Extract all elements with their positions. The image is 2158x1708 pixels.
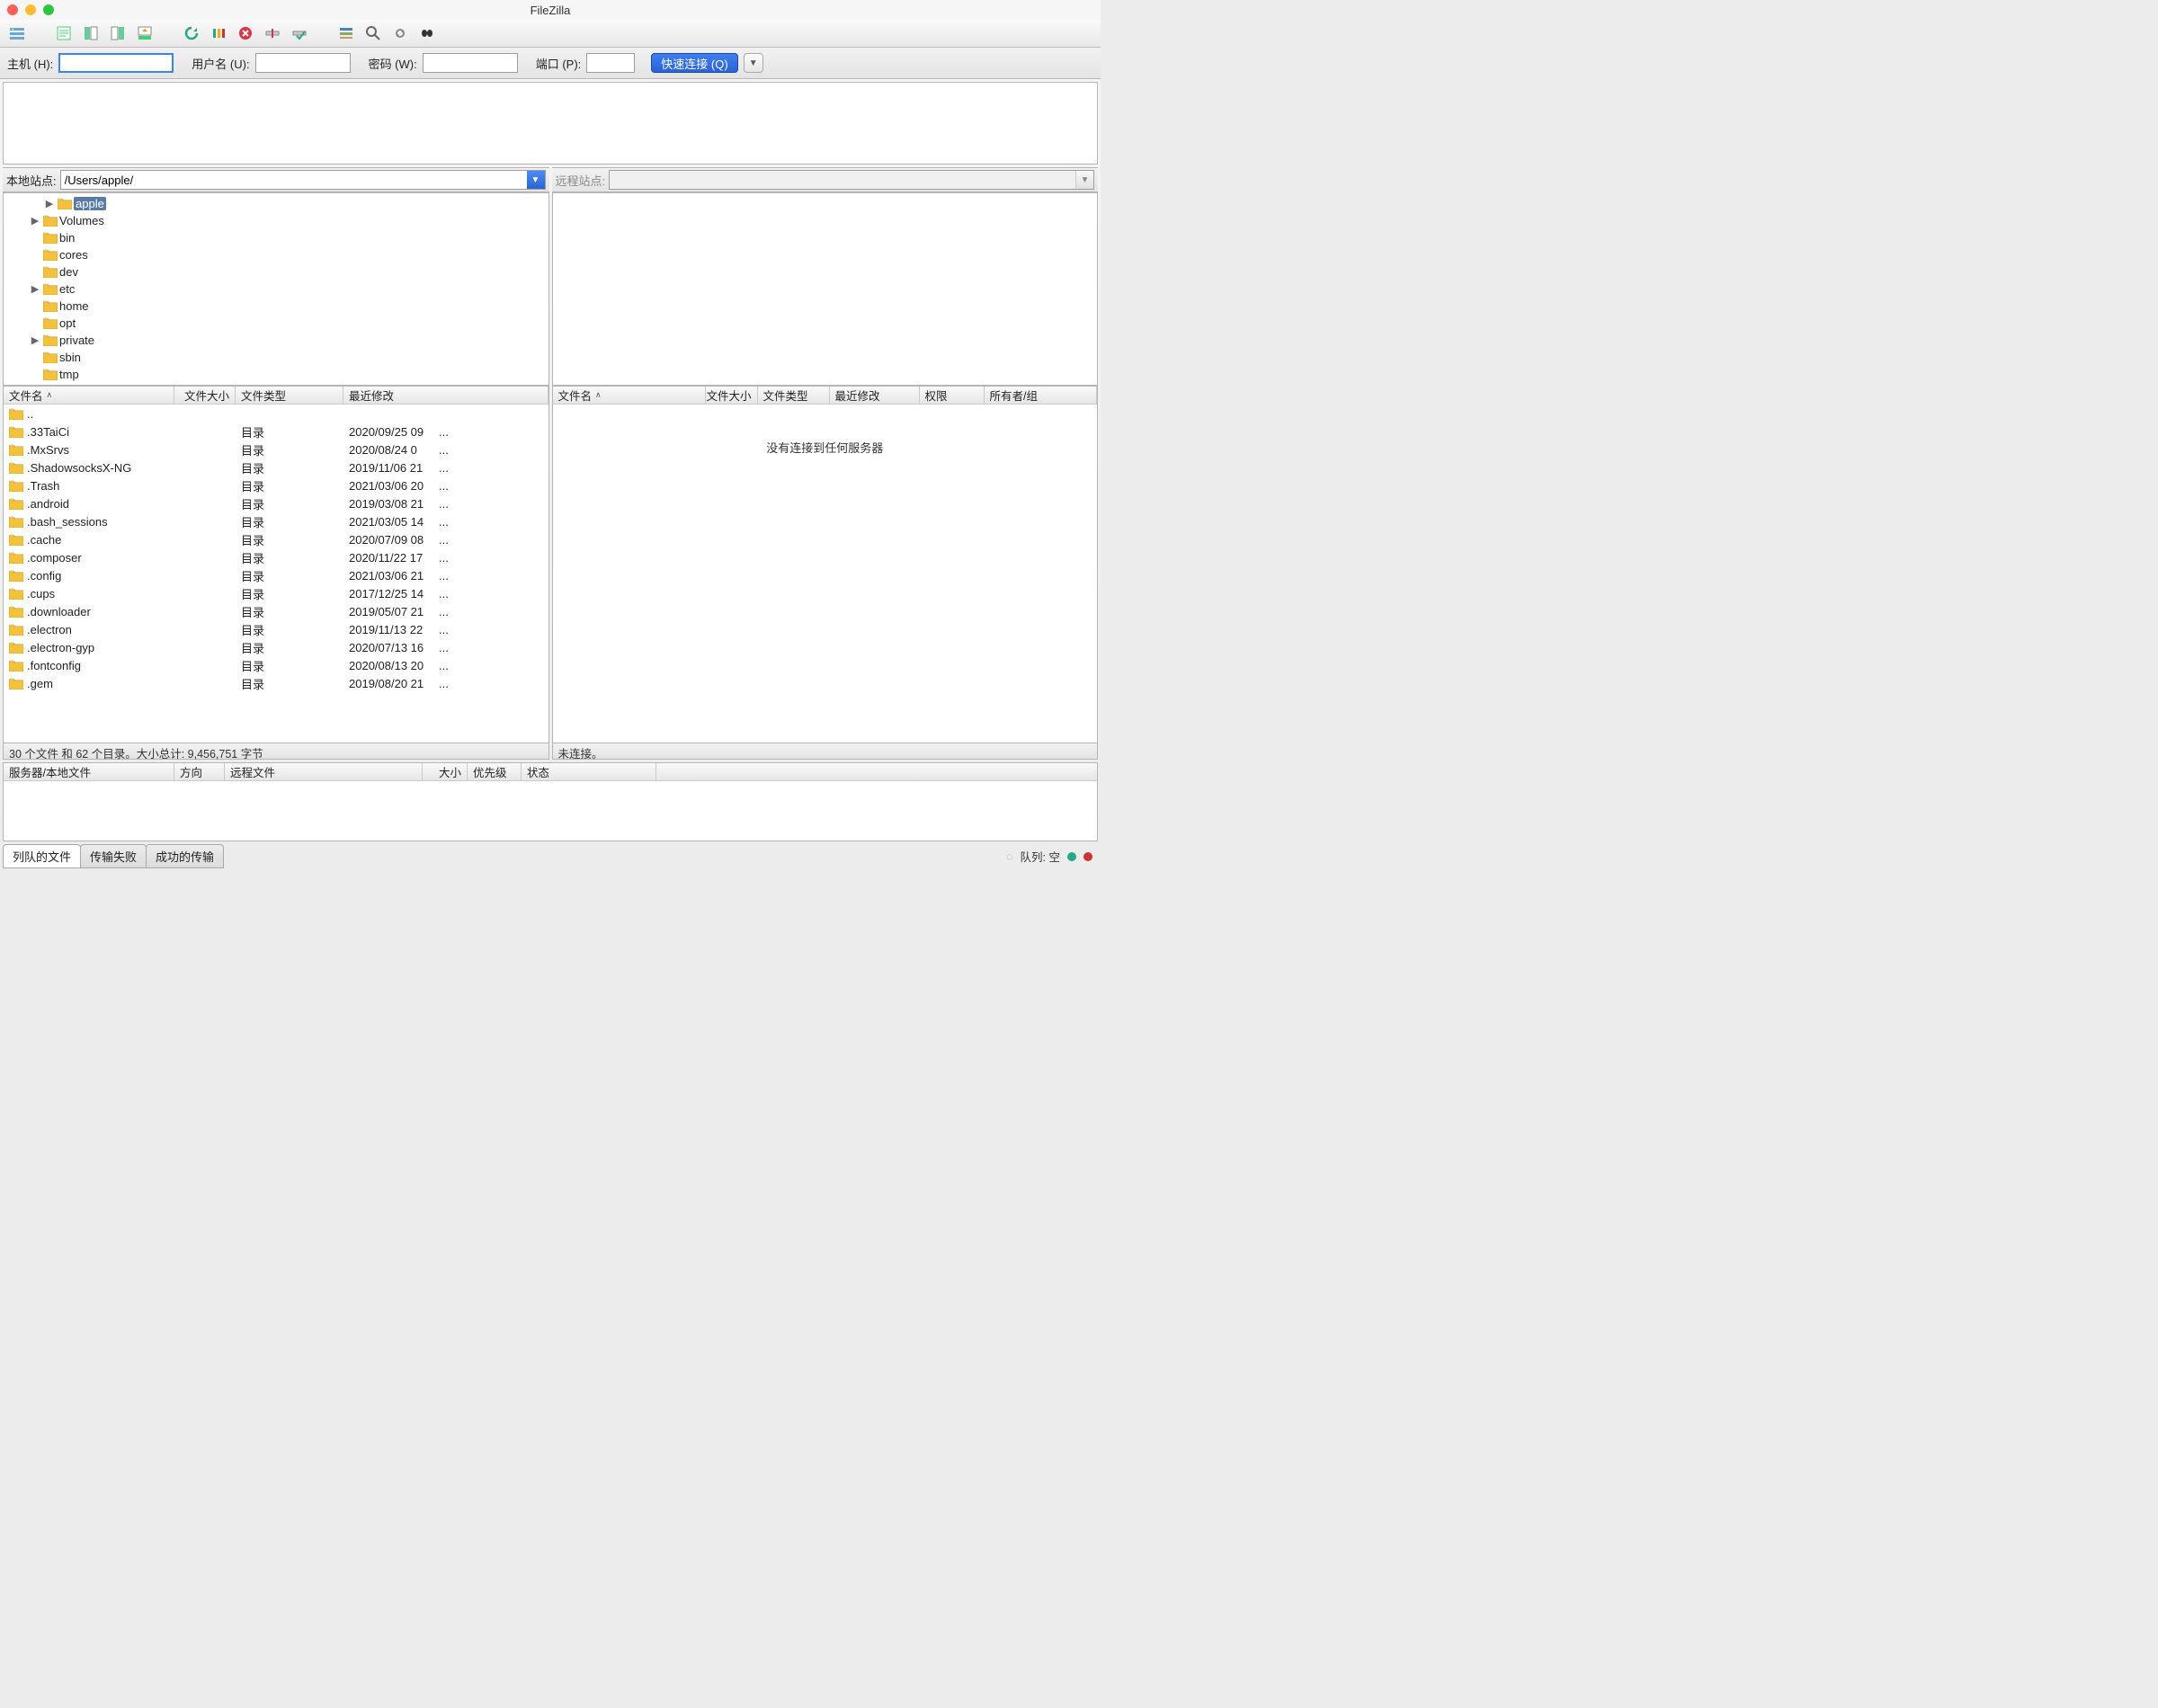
tree-item[interactable]: dev [4,263,548,280]
message-log[interactable] [3,82,1098,165]
qcol-status[interactable]: 状态 [522,763,656,780]
list-item[interactable]: .config目录2021/03/06 21... [4,566,548,584]
queue-tabs: 列队的文件 传输失败 成功的传输 ◌ 队列: 空 [0,844,1101,871]
activity-led-receive [1067,852,1076,861]
quickconnect-button[interactable]: 快速连接 (Q) [651,53,737,73]
local-site-combo[interactable]: ▼ [60,170,546,190]
host-label: 主机 (H): [7,55,53,72]
list-item[interactable]: .MxSrvs目录2020/08/24 0... [4,440,548,458]
tree-item[interactable]: bin [4,229,548,246]
port-label: 端口 (P): [536,55,582,72]
sync-browse-icon[interactable] [388,23,412,43]
col-filesize[interactable]: 文件大小 [174,387,236,404]
lock-icon: ◌ [1006,850,1012,863]
tab-failed[interactable]: 传输失败 [80,844,147,868]
col-filetype-remote[interactable]: 文件类型 [758,387,830,404]
qcol-server[interactable]: 服务器/本地文件 [4,763,174,780]
transfer-queue[interactable]: 服务器/本地文件 方向 远程文件 大小 优先级 状态 [3,762,1098,841]
list-item[interactable]: .electron-gyp目录2020/07/13 16... [4,638,548,656]
activity-led-send [1083,852,1092,861]
qcol-size[interactable]: 大小 [423,763,468,780]
list-item[interactable]: .cache目录2020/07/09 08... [4,530,548,548]
filter-icon[interactable] [334,23,358,43]
process-queue-icon[interactable] [207,23,230,43]
chevron-down-icon[interactable]: ▼ [527,171,545,189]
titlebar: FileZilla [0,0,1101,20]
toolbar [0,20,1101,48]
reconnect-icon[interactable] [288,23,311,43]
window-title: FileZilla [0,4,1101,17]
remote-file-list[interactable]: 文件名∧ 文件大小 文件类型 最近修改 权限 所有者/组 没有连接到任何服务器 [552,386,1099,743]
username-input[interactable] [255,53,351,73]
col-filetype[interactable]: 文件类型 [236,387,343,404]
list-item[interactable]: .cups目录2017/12/25 14... [4,584,548,602]
password-input[interactable] [423,53,518,73]
remote-site-label: 远程站点: [556,172,606,189]
compare-icon[interactable] [361,23,385,43]
tree-item[interactable]: sbin [4,349,548,366]
list-item[interactable]: .Trash目录2021/03/06 20... [4,476,548,494]
col-modified-remote[interactable]: 最近修改 [830,387,920,404]
refresh-icon[interactable] [180,23,203,43]
tree-item[interactable]: ▶private [4,332,548,349]
list-item[interactable]: .bash_sessions目录2021/03/05 14... [4,512,548,530]
list-item[interactable]: .ShadowsocksX-NG目录2019/11/06 21... [4,458,548,476]
col-modified[interactable]: 最近修改 [343,387,548,404]
list-item[interactable]: .. [4,405,548,423]
tab-queued[interactable]: 列队的文件 [3,844,81,868]
tree-item[interactable]: home [4,298,548,315]
port-input[interactable] [586,53,635,73]
col-owner[interactable]: 所有者/组 [985,387,1098,404]
list-item[interactable]: .gem目录2019/08/20 21... [4,674,548,692]
disconnect-icon[interactable] [261,23,284,43]
password-label: 密码 (W): [369,55,417,72]
list-item[interactable]: .downloader目录2019/05/07 21... [4,602,548,620]
local-site-label: 本地站点: [6,172,57,189]
list-item[interactable]: .electron目录2019/11/13 22... [4,620,548,638]
toggle-remote-tree-icon[interactable] [106,23,129,43]
cancel-icon[interactable] [234,23,257,43]
qcol-direction[interactable]: 方向 [174,763,225,780]
col-filesize-remote[interactable]: 文件大小 [706,387,758,404]
host-input[interactable] [58,53,174,73]
username-label: 用户名 (U): [192,55,249,72]
qcol-priority[interactable]: 优先级 [468,763,522,780]
col-filename-remote[interactable]: 文件名∧ [553,387,706,404]
local-file-list[interactable]: 文件名∧ 文件大小 文件类型 最近修改 ...33TaiCi目录2020/09/… [3,386,549,743]
remote-site-input [610,171,1075,189]
toggle-local-tree-icon[interactable] [79,23,103,43]
queue-status: 队列: 空 [1021,848,1060,865]
tree-item[interactable]: opt [4,315,548,332]
tab-success[interactable]: 成功的传输 [146,844,224,868]
local-site-input[interactable] [61,171,527,189]
local-directory-tree[interactable]: ▶apple▶Volumesbincoresdev▶etchomeopt▶pri… [3,192,549,386]
quickconnect-history-dropdown[interactable]: ▼ [744,53,763,73]
search-remote-icon[interactable] [415,23,439,43]
chevron-down-icon: ▼ [1075,171,1093,189]
toggle-queue-icon[interactable] [133,23,156,43]
tree-item[interactable]: ▶etc [4,280,548,298]
col-filename[interactable]: 文件名∧ [4,387,174,404]
col-permissions[interactable]: 权限 [920,387,985,404]
remote-directory-tree[interactable] [552,192,1099,386]
list-item[interactable]: .composer目录2020/11/22 17... [4,548,548,566]
quickconnect-bar: 主机 (H): 用户名 (U): 密码 (W): 端口 (P): 快速连接 (Q… [0,48,1101,79]
list-item[interactable]: .fontconfig目录2020/08/13 20... [4,656,548,674]
site-manager-icon[interactable] [5,23,29,43]
tree-item[interactable]: ▶Volumes [4,212,548,229]
tree-item[interactable]: tmp [4,366,548,383]
toggle-log-icon[interactable] [52,23,76,43]
qcol-remote[interactable]: 远程文件 [225,763,423,780]
remote-status: 未连接。 [552,743,1099,760]
remote-empty-message: 没有连接到任何服务器 [553,405,1098,743]
tree-item[interactable]: ▶apple [4,195,548,212]
local-status: 30 个文件 和 62 个目录。大小总计: 9,456,751 字节 [3,743,549,760]
list-item[interactable]: .android目录2019/03/08 21... [4,494,548,512]
tree-item[interactable]: cores [4,246,548,263]
list-item[interactable]: .33TaiCi目录2020/09/25 09... [4,423,548,440]
remote-site-combo: ▼ [609,170,1094,190]
